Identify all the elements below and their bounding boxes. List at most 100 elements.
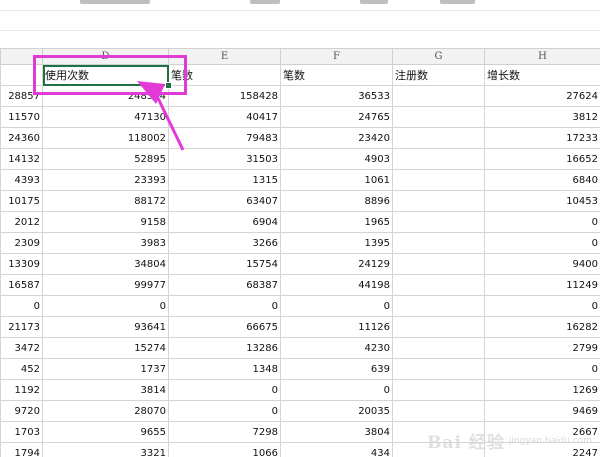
cell-d[interactable]: 52895 [42, 148, 169, 170]
cell-f[interactable]: 434 [280, 442, 393, 457]
cell-h[interactable]: 6840 [484, 169, 600, 191]
cell-d[interactable]: 99977 [42, 274, 169, 296]
cell-f[interactable]: 1061 [280, 169, 393, 191]
cell-e[interactable]: 15754 [168, 253, 281, 275]
cell-c[interactable]: 11570 [0, 106, 43, 128]
cell-f[interactable]: 44198 [280, 274, 393, 296]
cell-d[interactable]: 3983 [42, 232, 169, 254]
cell-d[interactable]: 9158 [42, 211, 169, 233]
cell-e[interactable]: 1315 [168, 169, 281, 191]
cell-e[interactable]: 6904 [168, 211, 281, 233]
cell-g[interactable] [392, 253, 485, 275]
cell-f[interactable]: 639 [280, 358, 393, 380]
cell-f[interactable]: 24129 [280, 253, 393, 275]
selected-cell-usage-count[interactable]: 使用次数 [42, 64, 169, 86]
cell-e[interactable]: 13286 [168, 337, 281, 359]
cell-h[interactable]: 0 [484, 211, 600, 233]
cell-c[interactable]: 2309 [0, 232, 43, 254]
cell-f[interactable]: 0 [280, 295, 393, 317]
fill-handle[interactable] [164, 81, 172, 89]
cell-f[interactable]: 11126 [280, 316, 393, 338]
cell-g[interactable] [392, 148, 485, 170]
cell-c[interactable] [0, 64, 43, 86]
cell-g[interactable] [392, 295, 485, 317]
cell-f[interactable]: 3804 [280, 421, 393, 443]
cell-g[interactable] [392, 274, 485, 296]
column-header-d[interactable]: D [42, 48, 169, 65]
cell-d[interactable]: 88172 [42, 190, 169, 212]
cell-h[interactable]: 10453 [484, 190, 600, 212]
cell-h[interactable]: 9400 [484, 253, 600, 275]
cell-c[interactable]: 1703 [0, 421, 43, 443]
cell-e[interactable]: 3266 [168, 232, 281, 254]
cell-d[interactable]: 3321 [42, 442, 169, 457]
cell-g[interactable] [392, 232, 485, 254]
cell-f[interactable]: 36533 [280, 85, 393, 107]
cell-f[interactable]: 8896 [280, 190, 393, 212]
cell-h[interactable]: 0 [484, 232, 600, 254]
cell-h[interactable]: 11249 [484, 274, 600, 296]
cell-g[interactable] [392, 379, 485, 401]
cell-g[interactable] [392, 358, 485, 380]
cell-e[interactable]: 158428 [168, 85, 281, 107]
cell-h[interactable]: 0 [484, 358, 600, 380]
cell-f[interactable]: 4903 [280, 148, 393, 170]
cell-g[interactable] [392, 211, 485, 233]
cell-e[interactable]: 0 [168, 400, 281, 422]
cell-d[interactable]: 34804 [42, 253, 169, 275]
cell-d[interactable]: 0 [42, 295, 169, 317]
cell-d[interactable]: 93641 [42, 316, 169, 338]
cell-h[interactable]: 16282 [484, 316, 600, 338]
cell-e[interactable]: 1348 [168, 358, 281, 380]
column-header-f[interactable]: F [280, 48, 393, 65]
cell-c[interactable]: 3472 [0, 337, 43, 359]
cell-e[interactable]: 31503 [168, 148, 281, 170]
column-header-e[interactable]: E [168, 48, 281, 65]
cell-d[interactable]: 248574 [42, 85, 169, 107]
cell-c[interactable]: 21173 [0, 316, 43, 338]
cell-c[interactable]: 14132 [0, 148, 43, 170]
cell-c[interactable]: 2012 [0, 211, 43, 233]
cell-g[interactable]: 注册数 [392, 64, 485, 86]
cell-c[interactable]: 1192 [0, 379, 43, 401]
cell-c[interactable]: 4393 [0, 169, 43, 191]
cell-c[interactable]: 1794 [0, 442, 43, 457]
cell-e[interactable]: 0 [168, 295, 281, 317]
cell-g[interactable] [392, 169, 485, 191]
cell-g[interactable] [392, 106, 485, 128]
cell-d[interactable]: 23393 [42, 169, 169, 191]
cell-h[interactable]: 9469 [484, 400, 600, 422]
cell-g[interactable] [392, 190, 485, 212]
cell-h[interactable]: 2799 [484, 337, 600, 359]
cell-g[interactable] [392, 127, 485, 149]
cell-f[interactable]: 0 [280, 379, 393, 401]
cell-h[interactable]: 1269 [484, 379, 600, 401]
cell-c[interactable]: 24360 [0, 127, 43, 149]
cell-f[interactable]: 1395 [280, 232, 393, 254]
cell-c[interactable]: 16587 [0, 274, 43, 296]
cell-g[interactable] [392, 337, 485, 359]
cell-h[interactable]: 增长数 [484, 64, 600, 86]
cell-d[interactable]: 47130 [42, 106, 169, 128]
cell-e[interactable]: 0 [168, 379, 281, 401]
cell-e[interactable]: 66675 [168, 316, 281, 338]
cell-c[interactable]: 10175 [0, 190, 43, 212]
cell-d[interactable]: 3814 [42, 379, 169, 401]
cell-c[interactable]: 0 [0, 295, 43, 317]
cell-f[interactable]: 24765 [280, 106, 393, 128]
cell-c[interactable]: 9720 [0, 400, 43, 422]
cell-f[interactable]: 23420 [280, 127, 393, 149]
cell-d[interactable]: 1737 [42, 358, 169, 380]
cell-c[interactable]: 13309 [0, 253, 43, 275]
cell-d[interactable]: 9655 [42, 421, 169, 443]
cell-f[interactable]: 1965 [280, 211, 393, 233]
column-header-h[interactable]: H [484, 48, 600, 65]
cell-e[interactable]: 68387 [168, 274, 281, 296]
cell-g[interactable] [392, 400, 485, 422]
cell-h[interactable]: 16652 [484, 148, 600, 170]
cell-e[interactable]: 63407 [168, 190, 281, 212]
cell-g[interactable] [392, 85, 485, 107]
cell-e[interactable]: 40417 [168, 106, 281, 128]
cell-f[interactable]: 20035 [280, 400, 393, 422]
cell-e[interactable]: 7298 [168, 421, 281, 443]
